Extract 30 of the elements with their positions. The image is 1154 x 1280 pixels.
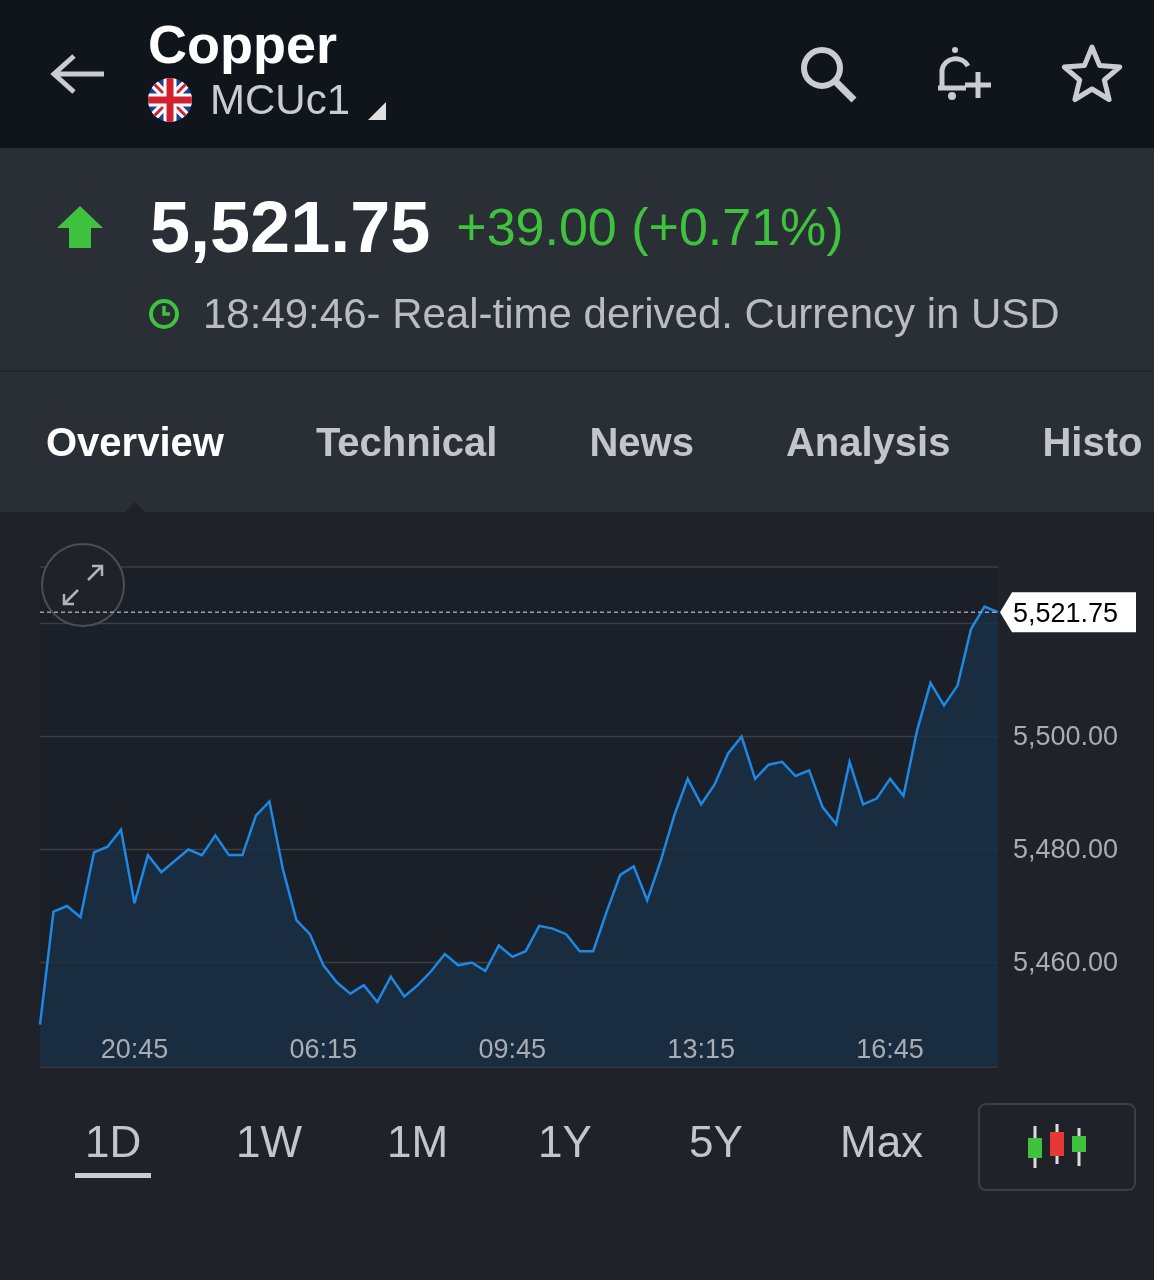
- y-axis-label: 5,500.00: [1013, 721, 1119, 752]
- instrument-title: Copper: [148, 13, 338, 76]
- tab[interactable]: News: [589, 372, 694, 512]
- range-button[interactable]: 1W: [201, 1116, 352, 1178]
- clock-icon: [147, 297, 181, 331]
- range-button[interactable]: 1Y: [503, 1116, 654, 1178]
- x-axis-label: 09:45: [478, 1034, 547, 1064]
- price-change: +39.00 (+0.71%): [456, 197, 844, 257]
- expand-button[interactable]: [41, 543, 125, 627]
- x-axis-label: 06:15: [289, 1034, 358, 1064]
- x-axis-label: 16:45: [856, 1034, 924, 1064]
- y-axis-label: 5,460.00: [1013, 947, 1119, 978]
- x-axis-label: 20:45: [100, 1034, 169, 1064]
- x-axis-label: 13:15: [667, 1034, 735, 1064]
- tab[interactable]: Technical: [315, 372, 498, 512]
- range-button[interactable]: 1D: [50, 1116, 201, 1178]
- timestamp-note: 18:49:46- Real-time derived. Currency in USD: [203, 290, 1060, 338]
- tab[interactable]: Analysis: [785, 372, 951, 512]
- price-label: 5,521.75: [1000, 592, 1136, 633]
- flag-icon: [148, 78, 192, 122]
- range-button[interactable]: Max: [805, 1116, 956, 1178]
- chart-type-button[interactable]: [978, 1103, 1136, 1191]
- tab[interactable]: Overview: [46, 372, 224, 512]
- range-button[interactable]: 5Y: [654, 1116, 805, 1178]
- range-button[interactable]: 1M: [352, 1116, 503, 1178]
- tab[interactable]: Histo: [1042, 372, 1143, 512]
- symbol-label: MCUc1: [210, 76, 350, 124]
- y-axis-label: 5,480.00: [1013, 834, 1119, 865]
- caret-icon[interactable]: [368, 102, 386, 120]
- last-price: 5,521.75: [150, 186, 431, 268]
